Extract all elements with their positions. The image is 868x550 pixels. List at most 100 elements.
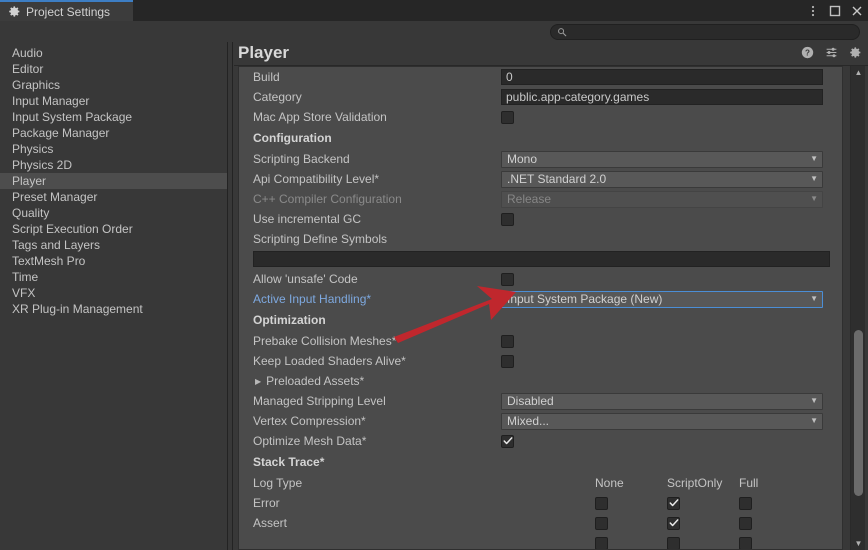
sidebar-item-preset-manager[interactable]: Preset Manager (0, 189, 227, 205)
incremental-gc-control (501, 212, 823, 226)
keep-shaders-control (501, 354, 823, 368)
close-button[interactable] (846, 0, 868, 21)
sidebar-item-input-manager[interactable]: Input Manager (0, 93, 227, 109)
stack-trace-column-headers: Log Type None ScriptOnly Full (239, 473, 842, 493)
sidebar-item-audio[interactable]: Audio (0, 45, 227, 61)
sidebar-item-editor[interactable]: Editor (0, 61, 227, 77)
row-build: Build 0 (239, 67, 842, 87)
prebake-checkbox[interactable] (501, 334, 514, 348)
row-preloaded-assets[interactable]: ▶ Preloaded Assets* (239, 371, 842, 391)
error-none-checkbox[interactable] (595, 496, 608, 510)
keep-shaders-checkbox[interactable] (501, 354, 514, 368)
cpp-compiler-value: Release (507, 192, 552, 206)
sidebar-item-xr-plugin-management[interactable]: XR Plug-in Management (0, 301, 227, 317)
column-full: Full (739, 476, 759, 490)
vertical-scrollbar[interactable]: ▲ ▼ (850, 66, 865, 550)
maximize-button[interactable] (824, 0, 846, 21)
vertex-compression-value: Mixed... (507, 414, 550, 428)
sidebar-item-package-manager[interactable]: Package Manager (0, 125, 227, 141)
title-bar: Project Settings (0, 0, 868, 21)
build-input[interactable]: 0 (501, 69, 823, 85)
sidebar-item-tags-and-layers[interactable]: Tags and Layers (0, 237, 227, 253)
gear-icon[interactable] (849, 46, 862, 59)
managed-stripping-value: Disabled (507, 394, 554, 408)
sidebar-item-quality[interactable]: Quality (0, 205, 227, 221)
sidebar-item-player[interactable]: Player (0, 173, 227, 189)
optimize-mesh-checkbox[interactable] (501, 434, 514, 448)
search-row (0, 21, 868, 42)
row-use-incremental-gc: Use incremental GC (239, 209, 842, 229)
keep-shaders-label: Keep Loaded Shaders Alive* (253, 354, 406, 368)
help-icon[interactable]: ? (801, 46, 814, 59)
stack-row-label: Error (253, 496, 280, 510)
incremental-gc-checkbox[interactable] (501, 212, 514, 226)
partial-scriptonly-cell (667, 536, 739, 549)
partial-scriptonly-checkbox[interactable] (667, 536, 680, 549)
configuration-section-header: Configuration (253, 131, 332, 145)
chevron-down-icon: ▼ (810, 396, 818, 405)
assert-scriptonly-checkbox[interactable] (667, 516, 680, 530)
row-scripting-backend: Scripting Backend Mono ▼ (239, 149, 842, 169)
row-api-compatibility-level: Api Compatibility Level* .NET Standard 2… (239, 169, 842, 189)
sidebar-item-script-execution-order[interactable]: Script Execution Order (0, 221, 227, 237)
preset-icon[interactable] (825, 46, 838, 59)
category-input[interactable]: public.app-category.games (501, 89, 823, 105)
sidebar-item-physics[interactable]: Physics (0, 141, 227, 157)
search-box[interactable] (550, 24, 860, 40)
define-symbols-input[interactable] (253, 251, 830, 267)
settings-form: Build 0 Category public.app-category.gam… (239, 67, 842, 549)
partial-none-checkbox[interactable] (595, 536, 608, 549)
stack-trace-row-partial (239, 533, 842, 549)
settings-form-scroll-area[interactable]: Build 0 Category public.app-category.gam… (238, 66, 843, 550)
assert-full-checkbox[interactable] (739, 516, 752, 530)
chevron-down-icon: ▼ (810, 194, 818, 203)
vertex-compression-dropdown[interactable]: Mixed... ▼ (501, 412, 823, 430)
row-active-input-handling: Active Input Handling* Input System Pack… (239, 289, 842, 309)
error-scriptonly-cell (667, 496, 739, 510)
unsafe-code-checkbox[interactable] (501, 272, 514, 286)
build-label: Build (253, 70, 280, 84)
active-input-handling-dropdown[interactable]: Input System Package (New) ▼ (501, 290, 823, 308)
panel-header-icons: ? (801, 46, 862, 59)
error-full-checkbox[interactable] (739, 496, 752, 510)
cpp-compiler-dropdown: Release ▼ (501, 190, 823, 208)
active-input-handling-value: Input System Package (New) (507, 292, 663, 306)
close-icon (852, 6, 862, 15)
scrollbar-thumb[interactable] (854, 330, 863, 496)
tab-project-settings[interactable]: Project Settings (0, 0, 133, 21)
stack-trace-row-error: Error (239, 493, 842, 513)
scroll-up-arrow[interactable]: ▲ (851, 66, 866, 79)
sidebar-item-graphics[interactable]: Graphics (0, 77, 227, 93)
managed-stripping-dropdown[interactable]: Disabled ▼ (501, 392, 823, 410)
sidebar-item-input-system-package[interactable]: Input System Package (0, 109, 227, 125)
mac-validation-checkbox[interactable] (501, 110, 514, 124)
preloaded-assets-foldout[interactable]: ▶ Preloaded Assets* (239, 374, 364, 388)
window-menu-button[interactable] (802, 0, 824, 21)
sidebar-item-physics-2d[interactable]: Physics 2D (0, 157, 227, 173)
assert-none-checkbox[interactable] (595, 516, 608, 530)
scroll-down-arrow[interactable]: ▼ (851, 537, 866, 550)
maximize-icon (829, 5, 841, 16)
kebab-menu-icon (811, 5, 815, 16)
define-symbols-label: Scripting Define Symbols (253, 232, 388, 246)
optimization-section-header: Optimization (253, 313, 326, 327)
assert-full-cell (739, 516, 811, 530)
sidebar-item-time[interactable]: Time (0, 269, 227, 285)
unsafe-code-control (501, 272, 823, 286)
sidebar-item-textmesh-pro[interactable]: TextMesh Pro (0, 253, 227, 269)
chevron-down-icon: ▼ (810, 416, 818, 425)
chevron-down-icon: ▼ (810, 154, 818, 163)
sidebar-splitter[interactable] (228, 42, 233, 550)
partial-full-cell (739, 536, 811, 549)
row-scripting-define-symbols-label: Scripting Define Symbols (239, 229, 842, 249)
row-mac-app-store-validation: Mac App Store Validation (239, 107, 842, 127)
row-allow-unsafe-code: Allow 'unsafe' Code (239, 269, 842, 289)
error-scriptonly-checkbox[interactable] (667, 496, 680, 510)
row-category: Category public.app-category.games (239, 87, 842, 107)
scripting-backend-dropdown[interactable]: Mono ▼ (501, 150, 823, 168)
api-compat-dropdown[interactable]: .NET Standard 2.0 ▼ (501, 170, 823, 188)
search-input[interactable] (571, 26, 851, 38)
gear-icon (9, 6, 20, 17)
partial-full-checkbox[interactable] (739, 536, 752, 549)
sidebar-item-vfx[interactable]: VFX (0, 285, 227, 301)
